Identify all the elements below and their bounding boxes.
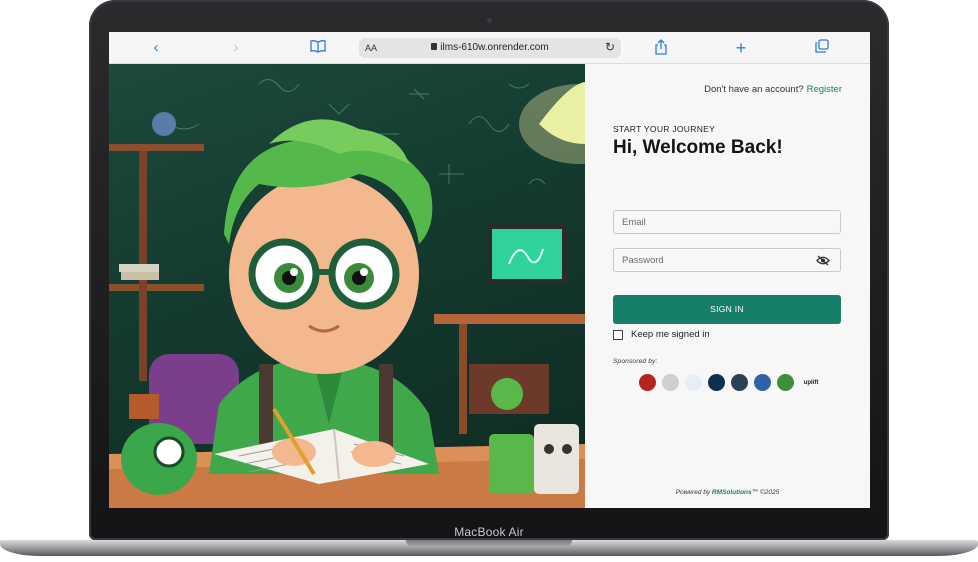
keep-signed-in-label: Keep me signed in <box>631 329 710 340</box>
page-title: Hi, Welcome Back! <box>613 137 783 158</box>
laptop-base-notch <box>406 540 572 547</box>
url-text: ilms-610w.onrender.com <box>359 41 621 55</box>
bookmarks-icon[interactable] <box>309 39 327 57</box>
email-placeholder: Email <box>622 217 646 228</box>
sponsor-logo-4 <box>708 374 725 391</box>
browser-toolbar: ‹ › AA ilms-610w.onrender.com ↻ + <box>109 32 870 64</box>
sponsor-logo-7 <box>777 374 794 391</box>
device-label: MacBook Air <box>454 525 524 539</box>
camera-icon <box>487 18 492 23</box>
login-panel: Don't have an account? Register START YOU… <box>585 64 870 508</box>
sponsor-label: Sponsored by: <box>613 358 658 365</box>
sign-in-button[interactable]: SIGN IN <box>613 295 841 324</box>
register-link[interactable]: Register <box>807 84 842 95</box>
sponsor-logo-5 <box>731 374 748 391</box>
footer-prefix: Powered by <box>675 489 712 496</box>
password-field[interactable]: Password <box>613 248 841 272</box>
screen: ‹ › AA ilms-610w.onrender.com ↻ + Don't … <box>109 32 870 508</box>
email-field[interactable]: Email <box>613 210 841 234</box>
address-bar[interactable]: AA ilms-610w.onrender.com ↻ <box>359 38 621 58</box>
sponsor-logo-8: uplift <box>803 379 819 386</box>
tabs-icon[interactable] <box>813 39 831 57</box>
signup-prompt: Don't have an account? Register <box>704 84 842 95</box>
url-label: ilms-610w.onrender.com <box>440 42 549 53</box>
footer-brand: RMSolutions™ <box>711 489 759 496</box>
password-placeholder: Password <box>622 255 664 266</box>
sponsor-logo-6 <box>754 374 771 391</box>
eyebrow-text: START YOUR JOURNEY <box>613 124 716 134</box>
footer: Powered by RMSolutions™ ©2025 <box>585 489 870 496</box>
reload-icon[interactable]: ↻ <box>605 40 615 55</box>
lock-icon <box>431 43 438 50</box>
forward-icon[interactable]: › <box>227 39 245 57</box>
sponsor-logo-1 <box>639 374 656 391</box>
back-icon[interactable]: ‹ <box>147 39 165 57</box>
new-tab-icon[interactable]: + <box>732 39 750 57</box>
hero-illustration <box>109 64 585 508</box>
footer-suffix: ©2025 <box>758 489 780 496</box>
keep-signed-in-row: Keep me signed in <box>613 329 710 340</box>
keep-signed-in-checkbox[interactable] <box>613 329 623 340</box>
sponsor-logo-2 <box>662 374 679 391</box>
signup-prompt-text: Don't have an account? <box>704 84 804 95</box>
sponsor-logo-3 <box>685 374 702 391</box>
sponsor-logos: uplift <box>639 374 822 391</box>
share-icon[interactable] <box>652 39 670 57</box>
eye-off-icon[interactable] <box>816 255 830 266</box>
